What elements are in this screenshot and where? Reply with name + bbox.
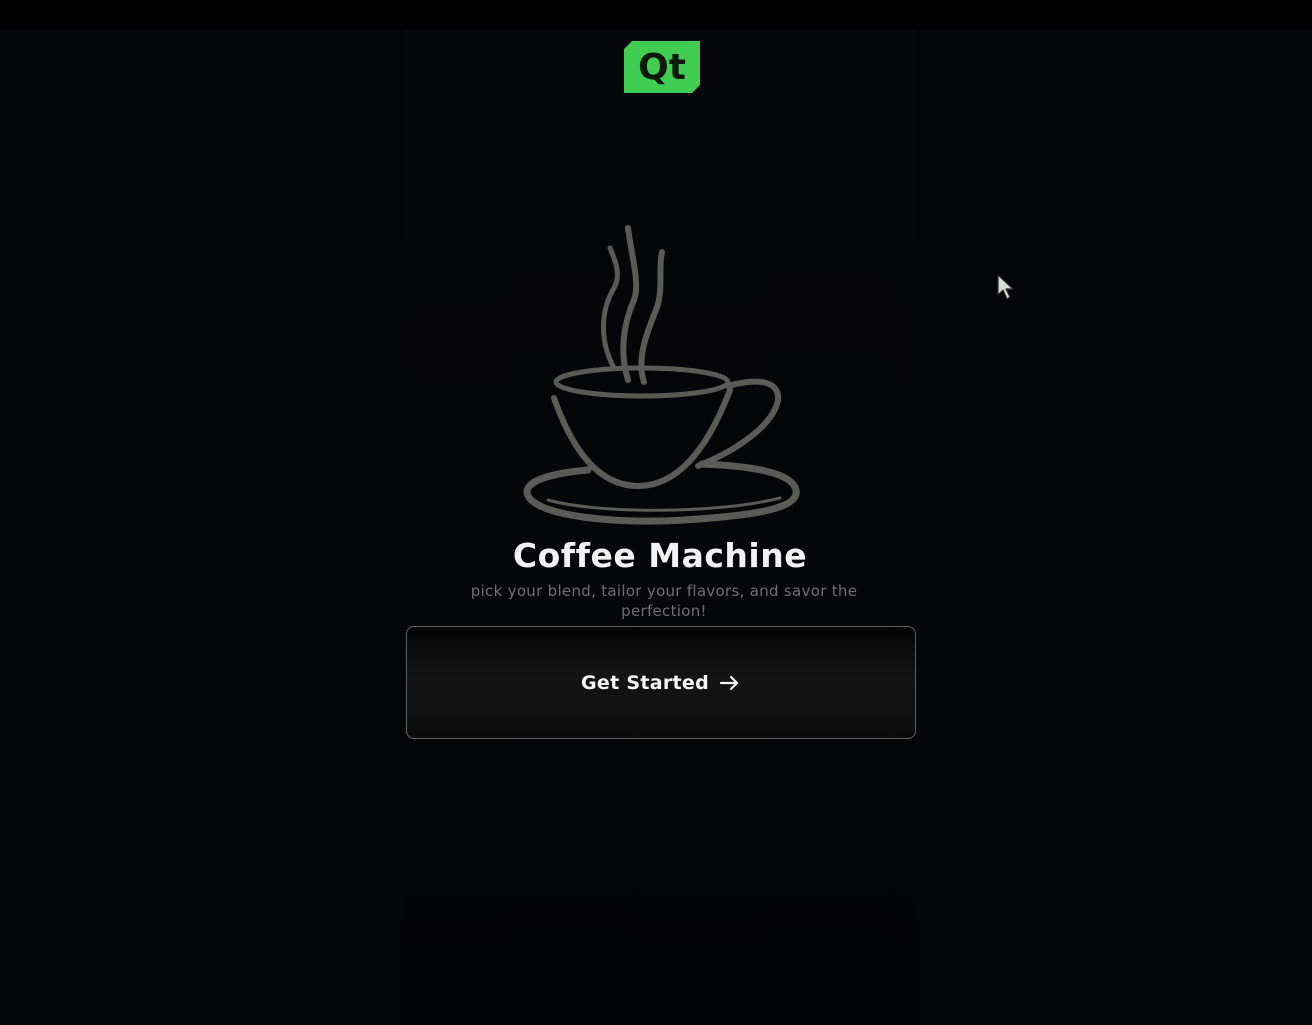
steam-icon	[601, 245, 620, 371]
qt-logo: Qt	[624, 41, 700, 93]
mouse-cursor-icon	[997, 274, 1014, 300]
app-subtitle: pick your blend, tailor your flavors, an…	[470, 582, 858, 620]
top-bar	[0, 0, 1312, 29]
arrow-right-icon	[719, 675, 739, 690]
get-started-button[interactable]: Get Started	[406, 626, 916, 739]
app-title: Coffee Machine	[512, 536, 808, 575]
get-started-label: Get Started	[580, 671, 709, 694]
screen: Qt Coffee Machine pick your blend, tailo…	[0, 0, 1312, 1025]
qt-logo-text: Qt	[638, 47, 686, 88]
coffee-cup-icon	[523, 225, 800, 525]
